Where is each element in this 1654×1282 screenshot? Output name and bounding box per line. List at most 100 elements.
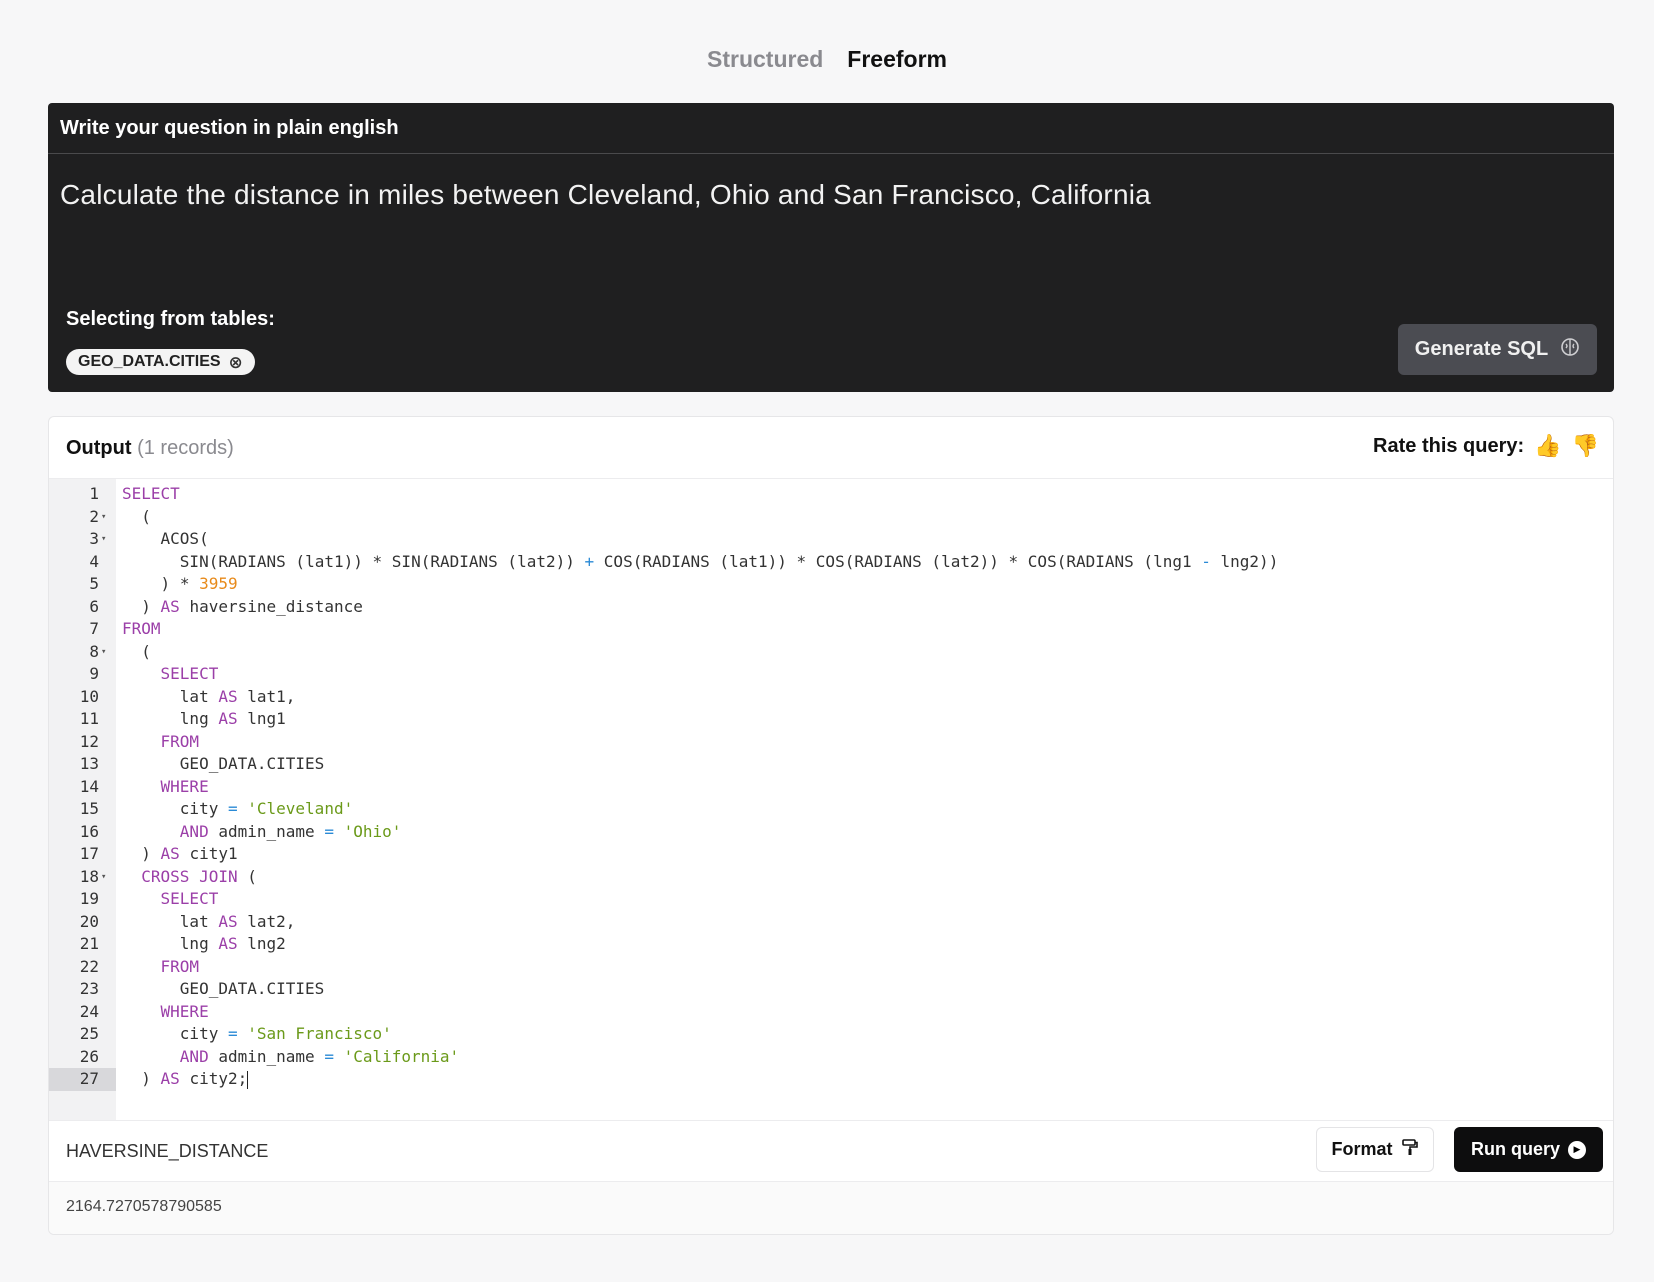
code-text: CROSS JOIN ( (141, 866, 257, 886)
code-line[interactable]: 25 city = 'San Francisco' (49, 1023, 1613, 1046)
circle-x-icon[interactable]: ⊗ (229, 354, 243, 371)
code-line[interactable]: 17 ) AS city1 (49, 843, 1613, 866)
code-lines: 1 SELECT 2 ▾ (3 ▾ ACOS(4 SIN(RADIANS (lat1))… (49, 483, 1613, 1091)
code-text: SIN(RADIANS (lat1)) * SIN(RADIANS (lat2)… (179, 551, 1279, 571)
code-text: city = 'San Francisco' (179, 1024, 392, 1043)
code-text: ) AS city1 (141, 844, 238, 863)
question-panel-header: Write your question in plain english (48, 103, 1614, 154)
fold-toggle-icon[interactable]: ▾ (101, 641, 106, 664)
line-number: 18 (79, 866, 99, 886)
fold-toggle-icon[interactable]: ▾ (101, 528, 106, 551)
results-table: HAVERSINE_DISTANCE 2164.7270578790585 (49, 1120, 1613, 1234)
code-text: SELECT (122, 484, 180, 503)
output-header: Output (1 records) Rate this query: 👍 👎 (49, 417, 1613, 479)
output-title: Output (1 records) (66, 437, 234, 460)
code-text: lat AS lat2, (179, 911, 296, 931)
code-line[interactable]: 2 ▾ ( (49, 506, 1613, 529)
code-text: GEO_DATA.CITIES (179, 979, 325, 998)
line-number: 27 (79, 1069, 99, 1088)
code-text: WHERE (160, 776, 209, 796)
line-number: 26 (79, 1046, 99, 1066)
code-line[interactable]: 24 WHERE (49, 1001, 1613, 1024)
tab-freeform[interactable]: Freeform (847, 46, 947, 73)
line-number: 13 (79, 754, 99, 773)
line-number: 21 (79, 934, 99, 953)
code-line[interactable]: 22 FROM (49, 956, 1613, 979)
code-line[interactable]: 16 AND admin_name = 'Ohio' (49, 821, 1613, 844)
line-number: 3 (89, 529, 99, 548)
code-line[interactable]: 21 lng AS lng2 (49, 933, 1613, 956)
code-line[interactable]: 6 ) AS haversine_distance (49, 596, 1613, 619)
code-text: ) * 3959 (160, 574, 238, 593)
code-line[interactable]: 20 lat AS lat2, (49, 911, 1613, 934)
code-line[interactable]: 27 ) AS city2; (49, 1068, 1613, 1091)
line-number: 12 (79, 731, 99, 751)
generate-sql-button[interactable]: Generate SQL (1398, 324, 1597, 375)
fold-toggle-icon[interactable]: ▾ (101, 866, 106, 889)
code-line[interactable]: 19 SELECT (49, 888, 1613, 911)
code-line[interactable]: 18 ▾ CROSS JOIN ( (49, 866, 1613, 889)
code-text: SELECT (160, 664, 219, 683)
code-line[interactable]: 12 FROM (49, 731, 1613, 754)
table-chip[interactable]: GEO_DATA.CITIES ⊗ (66, 349, 255, 375)
code-line[interactable]: 7 FROM (49, 618, 1613, 641)
code-line[interactable]: 23 GEO_DATA.CITIES (49, 978, 1613, 1001)
thumbs-down-icon[interactable]: 👎 (1572, 433, 1599, 459)
question-input[interactable]: Calculate the distance in miles between … (60, 179, 1602, 211)
fold-toggle-icon[interactable]: ▾ (101, 506, 106, 529)
rate-label: Rate this query: (1373, 434, 1525, 457)
code-line[interactable]: 3 ▾ ACOS( (49, 528, 1613, 551)
code-line[interactable]: 11 lng AS lng1 (49, 708, 1613, 731)
result-cell: 2164.7270578790585 (66, 1198, 222, 1215)
tables-label: Selecting from tables: (66, 308, 275, 330)
code-line[interactable]: 4 SIN(RADIANS (lat1)) * SIN(RADIANS (lat… (49, 551, 1613, 574)
code-text: city = 'Cleveland' (179, 799, 354, 818)
result-column-header: HAVERSINE_DISTANCE (49, 1120, 1613, 1182)
line-number: 15 (79, 799, 99, 818)
tab-structured[interactable]: Structured (707, 46, 823, 73)
text-cursor (247, 1070, 249, 1089)
code-line[interactable]: 13 GEO_DATA.CITIES (49, 753, 1613, 776)
code-text: ( (141, 506, 151, 526)
code-text: ACOS( (160, 529, 209, 548)
code-text: lat AS lat1, (179, 686, 296, 706)
thumbs-up-icon[interactable]: 👍 (1534, 433, 1561, 459)
output-title-label: Output (66, 437, 132, 459)
code-line[interactable]: 9 SELECT (49, 663, 1613, 686)
code-line[interactable]: 10 lat AS lat1, (49, 686, 1613, 709)
code-line[interactable]: 26 AND admin_name = 'California' (49, 1046, 1613, 1069)
sql-editor[interactable]: 1 SELECT 2 ▾ (3 ▾ ACOS(4 SIN(RADIANS (lat1))… (49, 479, 1613, 1172)
line-number: 2 (89, 506, 99, 526)
line-number: 5 (89, 574, 99, 593)
generate-sql-label: Generate SQL (1414, 338, 1549, 360)
code-line[interactable]: 15 city = 'Cleveland' (49, 798, 1613, 821)
code-text: WHERE (160, 1001, 209, 1021)
line-number: 16 (79, 821, 99, 841)
table-row: 2164.7270578790585 (49, 1182, 1613, 1234)
line-number: 9 (89, 664, 99, 683)
table-chip-label: GEO_DATA.CITIES (78, 353, 221, 370)
brain-icon (1560, 337, 1580, 363)
code-line[interactable]: 1 SELECT (49, 483, 1613, 506)
line-number: 24 (79, 1001, 99, 1021)
code-line[interactable]: 14 WHERE (49, 776, 1613, 799)
code-text: FROM (160, 731, 200, 751)
code-text: SELECT (160, 889, 219, 908)
line-number: 23 (79, 979, 99, 998)
line-number: 20 (79, 911, 99, 931)
record-count: (1 records) (137, 437, 234, 459)
line-number: 8 (89, 641, 99, 661)
line-number: 19 (79, 889, 99, 908)
code-line[interactable]: 5 ) * 3959 (49, 573, 1613, 596)
code-text: ) AS city2; (141, 1069, 249, 1089)
line-number: 1 (89, 484, 99, 503)
code-text: FROM (160, 956, 200, 976)
code-text: lng AS lng1 (179, 709, 286, 728)
rate-query: Rate this query: 👍 👎 (1373, 433, 1599, 459)
mode-tabs: Structured Freeform (0, 46, 1654, 73)
code-text: ( (141, 641, 151, 661)
line-number: 6 (89, 596, 99, 616)
line-number: 10 (79, 686, 99, 706)
code-line[interactable]: 8 ▾ ( (49, 641, 1613, 664)
line-number: 4 (89, 551, 99, 571)
